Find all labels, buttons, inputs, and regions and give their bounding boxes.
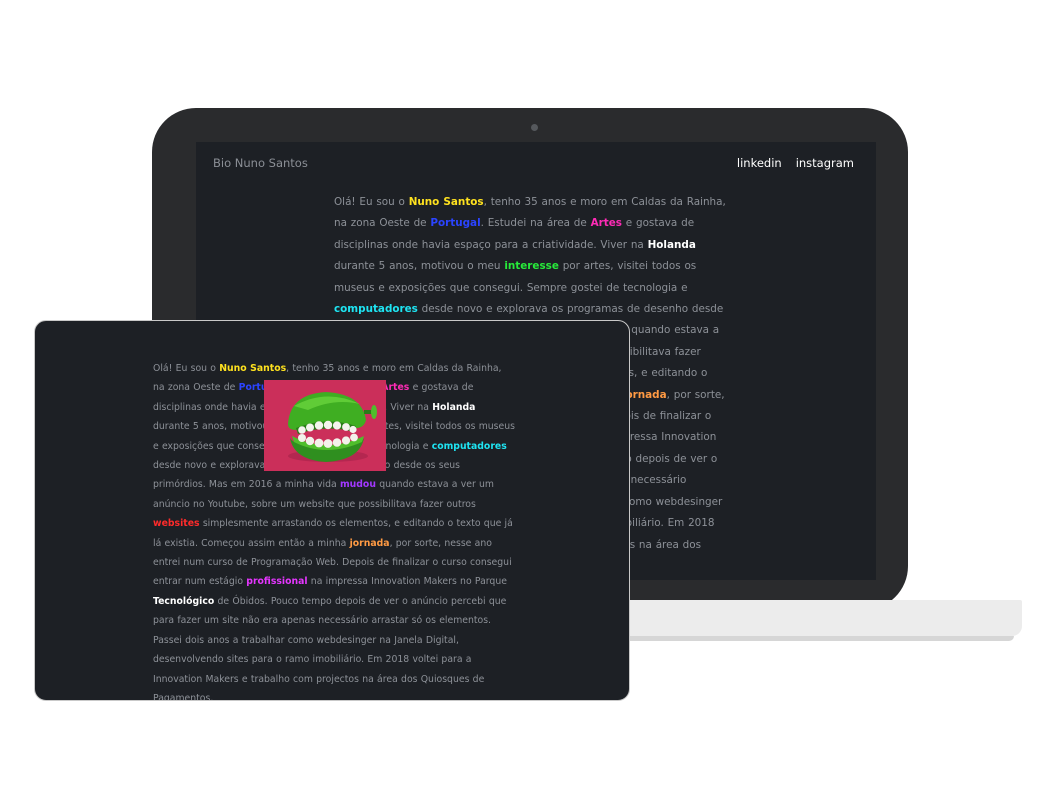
highlight-place: Holanda (432, 401, 476, 413)
highlight-field: Artes (590, 217, 622, 230)
highlight-changed: mudou (339, 479, 376, 491)
chattering-teeth-image (264, 380, 386, 471)
site-header: Bio Nuno Santos linkedin instagram (196, 142, 876, 186)
highlight-name: Nuno Santos (219, 363, 287, 374)
highlight-journey: jornada (349, 537, 390, 549)
highlight-websites: websites (153, 518, 200, 530)
laptop-base-shadow (600, 636, 1014, 641)
tablet-screen: Olá! Eu sou o Nuno Santos, tenho 35 anos… (34, 320, 630, 701)
highlight-tech: Tecnológico (153, 595, 215, 607)
nav-link-instagram[interactable]: instagram (796, 156, 854, 170)
camera-icon (531, 124, 538, 131)
site-title[interactable]: Bio Nuno Santos (213, 156, 308, 170)
highlight-professional: profissional (246, 576, 308, 588)
highlight-name: Nuno Santos (408, 196, 484, 208)
highlight-computers: computadores (334, 303, 418, 316)
highlight-interest: interesse (504, 260, 559, 273)
nav-link-linkedin[interactable]: linkedin (737, 156, 782, 170)
wind-up-teeth-icon (264, 380, 386, 471)
laptop-base (592, 600, 1022, 636)
highlight-computers: computadores (431, 440, 507, 452)
nav-menu: linkedin instagram (737, 156, 854, 170)
highlight-place: Holanda (647, 238, 696, 251)
highlight-country: Portugal (430, 217, 481, 230)
